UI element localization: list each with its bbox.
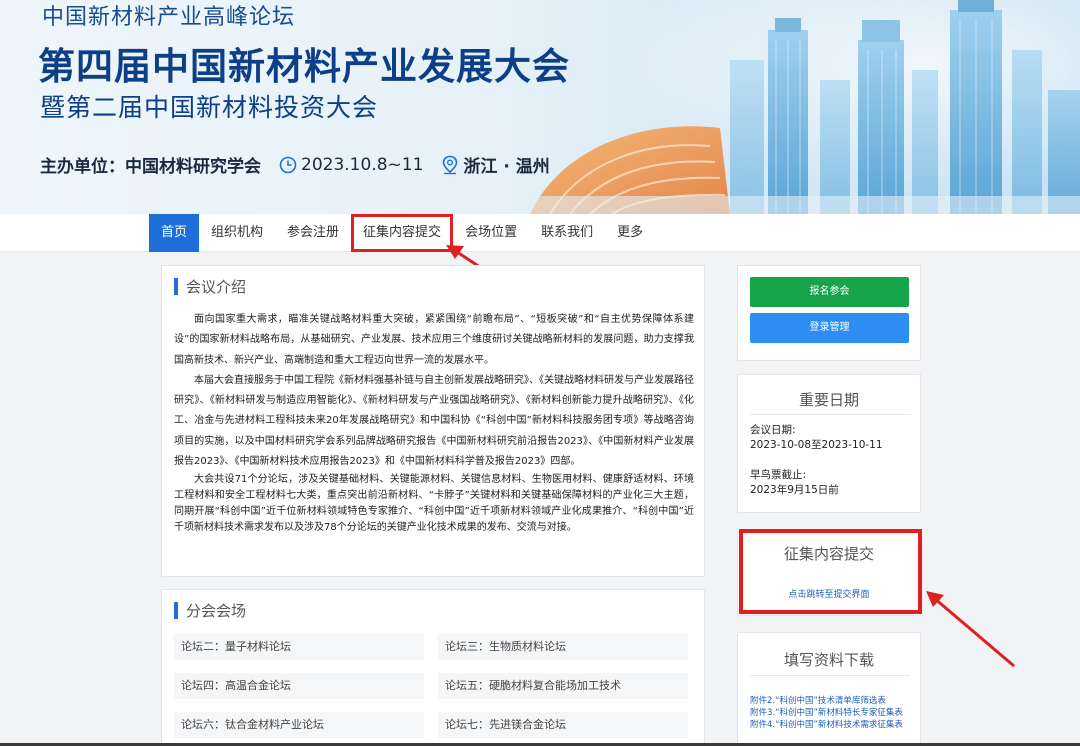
intro-paragraph: 本届大会直接服务于中国工程院《新材料强基补链与自主创新发展战略研究》、《关键战略… bbox=[174, 374, 694, 468]
event-date: 2023.10.8~11 bbox=[279, 155, 423, 175]
organizer: 主办单位：中国材料研究学会 bbox=[40, 152, 261, 177]
early-bird-label: 早鸟票截止: bbox=[750, 469, 807, 481]
event-location-text: 浙江 · 温州 bbox=[463, 157, 550, 177]
intro-body: 面向国家重大需求，瞄准关键战略材料重大突破，紧紧围绕“前瞻布局”、“短板突破”和… bbox=[174, 310, 694, 536]
conference-intro-panel: 会议介绍 面向国家重大需求，瞄准关键战略材料重大突破，紧紧围绕“前瞻布局”、“短… bbox=[161, 265, 705, 577]
banner-second-title: 暨第二届中国新材料投资大会 bbox=[40, 93, 379, 122]
nav-organization[interactable]: 组织机构 bbox=[199, 214, 275, 252]
intro-paragraph: 大会共设71个分论坛，涉及关键基础材料、关键能源材料、关键信息材料、生物医用材料… bbox=[174, 474, 694, 534]
forums-heading: 分会会场 bbox=[174, 600, 246, 621]
early-bird-value: 2023年9月15日前 bbox=[750, 484, 839, 496]
forum-item[interactable]: 论坛二：量子材料论坛 bbox=[174, 634, 424, 660]
city-skyline-illustration bbox=[520, 0, 1080, 214]
login-manage-button[interactable]: 登录管理 bbox=[750, 313, 909, 343]
nav-more[interactable]: 更多 bbox=[605, 214, 655, 252]
dates-title: 重要日期 bbox=[798, 391, 859, 409]
forum-item[interactable]: 论坛五：硬脆材料复合能场加工技术 bbox=[438, 673, 688, 699]
conference-banner: 中国新材料产业高峰论坛 第四届中国新材料产业发展大会 暨第二届中国新材料投资大会… bbox=[0, 0, 1080, 214]
downloads-title: 填写资料下载 bbox=[783, 651, 874, 669]
forum-item[interactable]: 论坛七：先进镁合金论坛 bbox=[438, 712, 688, 738]
banner-forum-name: 中国新材料产业高峰论坛 bbox=[42, 5, 296, 30]
nav-submission[interactable]: 征集内容提交 bbox=[351, 214, 454, 252]
download-link[interactable]: 附件3.“科创中国”新材料特长专家征集表 bbox=[750, 706, 903, 718]
heading-accent-bar bbox=[174, 278, 178, 295]
banner-info-row: 主办单位：中国材料研究学会 2023.10.8~11 浙江 · 温州 bbox=[40, 152, 568, 178]
banner-title: 第四届中国新材料产业发展大会 bbox=[38, 45, 570, 88]
intro-heading: 会议介绍 bbox=[174, 276, 246, 297]
sub-forums-panel: 分会会场 论坛二：量子材料论坛 论坛三：生物质材料论坛 论坛四：高温合金论坛 论… bbox=[161, 589, 705, 746]
intro-paragraph: 面向国家重大需求，瞄准关键战略材料重大突破，紧紧围绕“前瞻布局”、“短板突破”和… bbox=[174, 314, 694, 366]
nav-registration[interactable]: 参会注册 bbox=[275, 214, 351, 252]
meeting-date-value: 2023-10-08至2023-10-11 bbox=[750, 439, 883, 451]
forum-item[interactable]: 论坛三：生物质材料论坛 bbox=[438, 634, 688, 660]
location-pin-icon bbox=[443, 155, 458, 174]
clock-icon bbox=[279, 156, 297, 173]
heading-accent-bar bbox=[174, 602, 178, 619]
action-buttons-panel: 报名参会 登录管理 bbox=[737, 265, 921, 361]
important-dates-panel: 重要日期 会议日期: 2023-10-08至2023-10-11 早鸟票截止: … bbox=[737, 374, 921, 513]
divider bbox=[750, 414, 910, 415]
annotation-arrow-submit bbox=[926, 591, 1015, 668]
forum-item[interactable]: 论坛四：高温合金论坛 bbox=[174, 673, 424, 699]
register-button[interactable]: 报名参会 bbox=[750, 277, 909, 307]
divider bbox=[750, 675, 910, 676]
annotation-highlight-box bbox=[739, 529, 922, 614]
event-location: 浙江 · 温州 bbox=[441, 152, 550, 177]
download-link[interactable]: 附件2.“科创中国”技术清单库筛选表 bbox=[750, 694, 886, 706]
forum-list: 论坛二：量子材料论坛 论坛三：生物质材料论坛 论坛四：高温合金论坛 论坛五：硬脆… bbox=[174, 634, 694, 738]
intro-title: 会议介绍 bbox=[186, 278, 247, 296]
forums-title: 分会会场 bbox=[186, 602, 247, 620]
event-date-text: 2023.10.8~11 bbox=[301, 154, 424, 175]
nav-home[interactable]: 首页 bbox=[149, 214, 200, 252]
nav-list: 首页 组织机构 参会注册 征集内容提交 会场位置 联系我们 更多 bbox=[149, 214, 655, 252]
forum-item[interactable]: 论坛六：钛合金材料产业论坛 bbox=[174, 712, 424, 738]
download-link[interactable]: 附件4.“科创中国”新材料技术需求征集表 bbox=[750, 718, 903, 730]
downloads-panel: 填写资料下载 附件2.“科创中国”技术清单库筛选表 附件3.“科创中国”新材料特… bbox=[737, 632, 921, 746]
meeting-date-label: 会议日期: bbox=[750, 424, 796, 436]
organizer-text: 主办单位：中国材料研究学会 bbox=[40, 157, 261, 177]
